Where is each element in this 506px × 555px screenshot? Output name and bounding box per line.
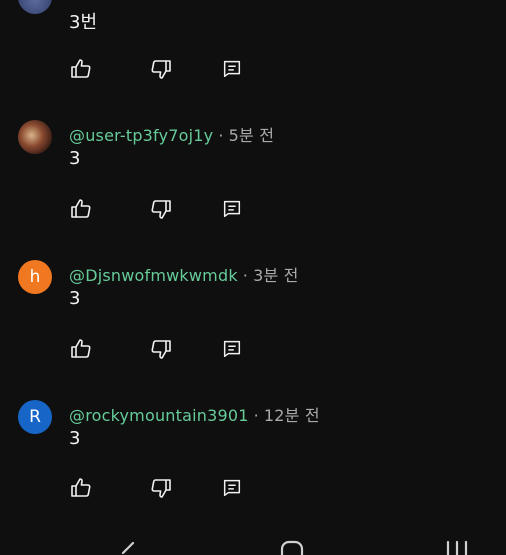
like-button[interactable] [69,57,93,81]
author-handle[interactable]: @Djsnwofmwkwmdk [69,266,238,285]
timestamp: 3분 전 [253,266,299,285]
dislike-button[interactable] [149,197,173,221]
home-circle-icon [280,540,304,555]
avatar-letter: h [29,267,41,287]
thumbs-up-icon [71,59,91,78]
nav-home-button[interactable] [272,537,312,555]
thumbs-down-icon [151,340,171,359]
comment-actions [69,197,269,221]
reply-comment-icon [223,340,241,358]
comment-meta: @rockymountain3901 · 12분 전 [69,402,320,426]
author-handle[interactable]: @user-tp3fy7oj1y [69,126,213,145]
like-button[interactable] [69,197,93,221]
comment-actions [69,337,269,361]
thumbs-down-icon [151,200,171,219]
recents-bars-icon [446,540,468,555]
comment-meta: @Djsnwofmwkwmdk · 3분 전 [69,262,299,286]
system-nav-bar [0,537,506,555]
thumbs-down-icon [151,60,171,79]
avatar[interactable]: R [18,400,52,434]
comment-meta: @user-tp3fy7oj1y · 5분 전 [69,122,274,146]
separator: · [218,126,224,145]
comment-text: 3 [69,288,81,309]
avatar[interactable] [18,0,52,14]
separator: · [242,266,249,285]
avatar-letter: R [29,407,41,427]
back-chevron-icon [121,541,135,555]
dislike-button[interactable] [149,57,173,81]
avatar[interactable] [18,120,52,154]
reply-button[interactable] [220,337,244,361]
reply-button[interactable] [220,197,244,221]
comment-actions [69,476,269,500]
comments-screen: 3번 @user-tp3fy7oj1y · 5분 전 3 h @Djsnwofm… [0,0,506,555]
nav-back-button[interactable] [108,537,148,555]
reply-comment-icon [223,60,241,78]
comment-text: 3번 [69,12,98,33]
thumbs-up-icon [71,199,91,218]
comment-text: 3 [69,148,81,169]
thumbs-up-icon [71,478,91,497]
thumbs-down-icon [151,479,171,498]
like-button[interactable] [69,476,93,500]
nav-recents-button[interactable] [438,537,478,555]
reply-comment-icon [223,479,241,497]
timestamp: 12분 전 [263,406,320,425]
reply-button[interactable] [220,476,244,500]
like-button[interactable] [69,337,93,361]
comment-text: 3 [69,428,81,449]
avatar[interactable]: h [18,260,52,294]
reply-comment-icon [223,200,241,218]
thumbs-up-icon [71,339,91,358]
dislike-button[interactable] [149,337,173,361]
author-handle[interactable]: @rockymountain3901 [69,406,249,425]
reply-button[interactable] [220,57,244,81]
comment-actions [69,57,269,81]
dislike-button[interactable] [149,476,173,500]
separator: · [253,406,259,425]
timestamp: 5분 전 [228,126,275,145]
